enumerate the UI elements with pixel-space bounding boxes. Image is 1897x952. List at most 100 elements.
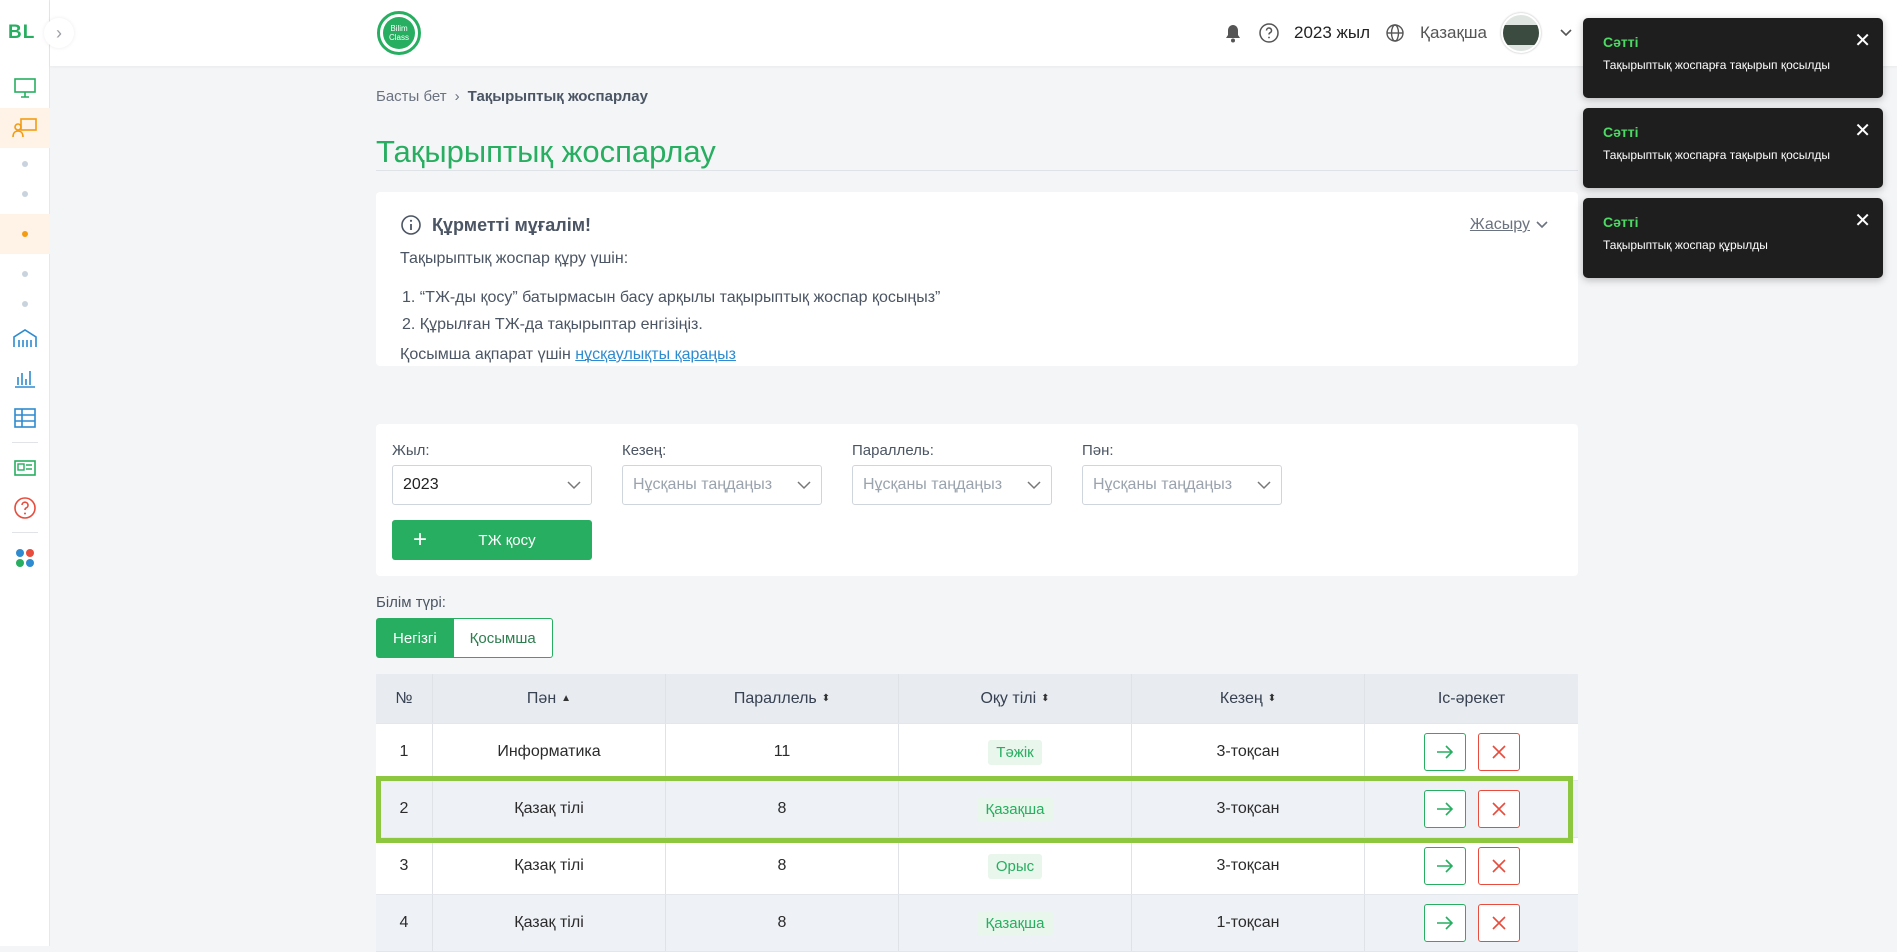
cell-parallel: 8 xyxy=(666,838,899,894)
delete-button[interactable] xyxy=(1477,790,1520,828)
year-select[interactable]: 2023 xyxy=(392,465,592,505)
table-row: 2 Қазақ тілі 8 Қазақша 3-тоқсан xyxy=(376,781,1578,838)
delete-button[interactable] xyxy=(1477,904,1520,942)
col-actions: Іс-әрекет xyxy=(1437,689,1506,707)
sidebar-logo[interactable]: BL xyxy=(8,22,35,44)
sidebar-subitem-3-active[interactable] xyxy=(0,214,50,254)
table-row: 4 Қазақ тілі 8 Қазақша 1-тоқсан xyxy=(376,895,1578,952)
edu-type-label: Білім түрі: xyxy=(376,594,446,611)
plus-icon: + xyxy=(412,526,427,553)
language-tag: Орыс xyxy=(987,853,1043,879)
filter-subject-label: Пән: xyxy=(1082,442,1114,459)
arrow-right-icon xyxy=(1436,916,1453,930)
user-avatar[interactable] xyxy=(1501,13,1541,53)
toast-title: Сәтті xyxy=(1603,214,1639,230)
dot-icon xyxy=(22,161,28,167)
chevron-right-icon: › xyxy=(56,22,62,43)
filter-year-label: Жыл: xyxy=(392,442,430,459)
open-button[interactable] xyxy=(1423,733,1466,771)
cell-actions xyxy=(1365,724,1578,780)
toast-message: Тақырыптық жоспарға тақырып қосылды xyxy=(1603,148,1830,162)
info-more: Қосымша ақпарат үшін нұсқаулықты қараңыз xyxy=(400,346,1554,364)
school-icon xyxy=(13,329,37,347)
col-subject[interactable]: Пән ▲ xyxy=(433,674,666,723)
title-divider xyxy=(376,170,1578,171)
sidebar-item-help[interactable] xyxy=(0,488,50,528)
year-selector[interactable]: 2023 жыл xyxy=(1294,23,1370,43)
cell-parallel: 8 xyxy=(666,781,899,837)
info-heading: Құрметті мұғалім! xyxy=(400,214,1554,236)
chevron-down-icon xyxy=(1257,480,1271,489)
subject-select[interactable]: Нұсқаны таңдаңыз xyxy=(1082,465,1282,505)
add-plan-button[interactable]: + ТЖ қосу xyxy=(392,520,592,560)
close-icon[interactable]: ✕ xyxy=(1854,118,1871,143)
cell-parallel: 11 xyxy=(666,724,899,780)
chevron-down-icon xyxy=(1027,480,1041,489)
open-button[interactable] xyxy=(1423,847,1466,885)
instructions-link[interactable]: нұсқаулықты қараңыз xyxy=(575,346,736,363)
filter-parallel-label: Параллель: xyxy=(852,442,934,459)
filter-card: Жыл: 2023 Кезең: Нұсқаны таңдаңыз Паралл… xyxy=(376,424,1578,576)
sidebar-item-apps[interactable] xyxy=(0,538,50,578)
dot-icon xyxy=(22,191,28,197)
table-header: № Пән ▲ Параллель ⬍ Оқу тілі ⬍ Кезең ⬍ Іс-әр… xyxy=(376,674,1578,724)
help-icon[interactable] xyxy=(1258,22,1280,44)
sidebar-item-news[interactable] xyxy=(0,448,50,488)
monitor-icon xyxy=(14,78,36,98)
sidebar-item-monitor[interactable] xyxy=(0,68,50,108)
teacher-board-icon xyxy=(12,118,37,138)
chevron-right-icon: › xyxy=(454,88,460,105)
sidebar-item-teacher[interactable] xyxy=(0,108,50,148)
language-selector[interactable]: Қазақша xyxy=(1420,23,1487,43)
filter-period: Кезең: Нұсқаны таңдаңыз xyxy=(622,442,822,505)
sidebar-subitem-2[interactable] xyxy=(0,174,50,214)
cell-language: Орыс xyxy=(899,838,1132,894)
close-icon[interactable]: ✕ xyxy=(1854,28,1871,53)
table-icon xyxy=(14,408,36,428)
period-select-placeholder: Нұсқаны таңдаңыз xyxy=(633,476,773,493)
toast-title: Сәтті xyxy=(1603,34,1639,50)
edu-type-basic[interactable]: Негізгі xyxy=(376,618,454,658)
delete-button[interactable] xyxy=(1477,733,1520,771)
open-button[interactable] xyxy=(1423,790,1466,828)
hide-info-label: Жасыру xyxy=(1469,216,1530,233)
sort-asc-icon: ▲ xyxy=(561,693,572,704)
edu-type-additional[interactable]: Қосымша xyxy=(453,618,553,658)
info-step: 1. “ТЖ-ды қосу” батырмасын басу арқылы т… xyxy=(402,289,941,306)
col-subject-label: Пән xyxy=(526,689,557,707)
close-icon xyxy=(1491,916,1506,930)
cell-subject: Информатика xyxy=(433,724,666,780)
info-steps: 1. “ТЖ-ды қосу” батырмасын басу арқылы т… xyxy=(400,284,1554,338)
brand-logo[interactable]: Bilim Class xyxy=(377,11,421,55)
chevron-down-icon[interactable] xyxy=(1555,22,1577,44)
close-icon xyxy=(1491,802,1506,816)
toast-notification: Сәтті Тақырыптық жоспарға тақырып қосылд… xyxy=(1583,18,1883,98)
subject-select-placeholder: Нұсқаны таңдаңыз xyxy=(1093,476,1233,493)
sidebar: BL xyxy=(0,0,50,946)
open-button[interactable] xyxy=(1423,904,1466,942)
col-language-label: Оқу тілі xyxy=(980,689,1037,707)
sidebar-item-stats[interactable] xyxy=(0,358,50,398)
bar-chart-icon xyxy=(15,371,35,388)
close-icon[interactable]: ✕ xyxy=(1854,208,1871,233)
cell-subject: Қазақ тілі xyxy=(433,895,666,951)
cell-subject: Қазақ тілі xyxy=(433,781,666,837)
info-icon xyxy=(401,215,421,235)
col-parallel[interactable]: Параллель ⬍ xyxy=(666,674,899,723)
col-period[interactable]: Кезең ⬍ xyxy=(1132,674,1365,723)
bell-icon[interactable] xyxy=(1222,22,1244,44)
cell-parallel: 8 xyxy=(666,895,899,951)
col-language[interactable]: Оқу тілі ⬍ xyxy=(899,674,1132,723)
delete-button[interactable] xyxy=(1477,847,1520,885)
parallel-select[interactable]: Нұсқаны таңдаңыз xyxy=(852,465,1052,505)
sidebar-collapse-button[interactable]: › xyxy=(44,18,74,48)
chevron-down-icon xyxy=(797,480,811,489)
period-select[interactable]: Нұсқаны таңдаңыз xyxy=(622,465,822,505)
sidebar-item-school[interactable] xyxy=(0,318,50,358)
col-period-label: Кезең xyxy=(1219,689,1263,707)
breadcrumb-home[interactable]: Басты бет xyxy=(376,88,447,105)
arrow-right-icon xyxy=(1436,859,1453,873)
sidebar-item-table[interactable] xyxy=(0,398,50,438)
filter-period-label: Кезең: xyxy=(622,442,667,459)
hide-info-link[interactable]: Жасыру xyxy=(1470,216,1548,234)
